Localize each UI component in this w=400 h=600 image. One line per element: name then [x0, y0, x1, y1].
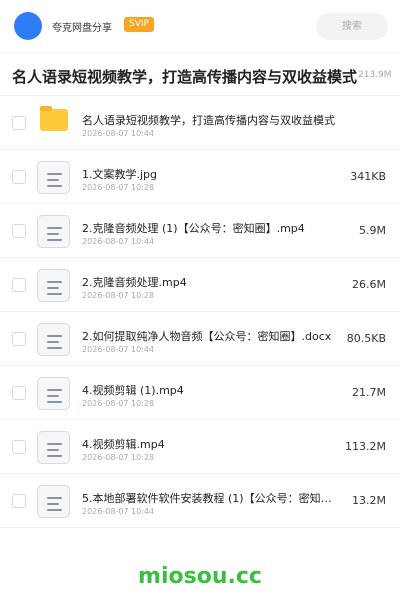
- select-checkbox[interactable]: [12, 224, 26, 238]
- list-item[interactable]: 4.视频剪辑 (1).mp4 2026-08-07 10:28 21.7M: [0, 366, 400, 420]
- file-size: 80.5KB: [346, 332, 386, 345]
- list-item[interactable]: 4.视频剪辑.mp4 2026-08-07 10:28 113.2M: [0, 420, 400, 474]
- list-item[interactable]: 名人语录短视频教学，打造高传播内容与双收益模式 2026-08-07 10:44: [0, 96, 400, 150]
- list-item[interactable]: 1.文案教学.jpg 2026-08-07 10:28 341KB: [0, 150, 400, 204]
- document-icon: [37, 485, 70, 518]
- search-input[interactable]: 搜索: [316, 13, 388, 40]
- select-checkbox[interactable]: [12, 116, 26, 130]
- document-icon: [37, 161, 70, 194]
- select-checkbox[interactable]: [12, 332, 26, 346]
- file-size: 21.7M: [352, 386, 386, 399]
- file-date: 2026-08-07 10:28: [82, 183, 155, 192]
- folder-icon: [40, 106, 68, 131]
- document-icon: [37, 269, 70, 302]
- file-date: 2026-08-07 10:44: [82, 507, 155, 516]
- file-name: 4.视频剪辑 (1).mp4: [82, 384, 184, 397]
- avatar[interactable]: [14, 12, 42, 40]
- file-size: 5.9M: [359, 224, 386, 237]
- document-icon: [37, 377, 70, 410]
- select-checkbox[interactable]: [12, 386, 26, 400]
- file-date: 2026-08-07 10:28: [82, 291, 155, 300]
- app-header: 夸克网盘分享 SVIP 搜索: [0, 0, 400, 52]
- app-name: 夸克网盘分享: [52, 23, 112, 34]
- file-name: 4.视频剪辑.mp4: [82, 438, 165, 451]
- select-checkbox[interactable]: [12, 170, 26, 184]
- list-item[interactable]: 5.本地部署软件软件安装教程 (1)【公众号：密知… 2026-08-07 10…: [0, 474, 400, 528]
- file-name: 名人语录短视频教学，打造高传播内容与双收益模式: [82, 114, 335, 127]
- watermark-text: miosou.cc: [138, 564, 262, 589]
- page-title: 名人语录短视频教学，打造高传播内容与双收益模式: [12, 68, 358, 86]
- file-size: 26.6M: [352, 278, 386, 291]
- file-name: 2.克隆音频处理.mp4: [82, 276, 187, 289]
- file-date: 2026-08-07 10:28: [82, 399, 155, 408]
- folder-title-bar: 名人语录短视频教学，打造高传播内容与双收益模式 213.9M: [0, 52, 400, 96]
- file-name: 5.本地部署软件软件安装教程 (1)【公众号：密知…: [82, 492, 332, 505]
- select-checkbox[interactable]: [12, 440, 26, 454]
- file-size: 113.2M: [345, 440, 386, 453]
- file-list: 名人语录短视频教学，打造高传播内容与双收益模式 2026-08-07 10:44…: [0, 96, 400, 528]
- file-date: 2026-08-07 10:44: [82, 129, 155, 138]
- file-name: 1.文案教学.jpg: [82, 168, 158, 181]
- svip-badge[interactable]: SVIP: [124, 17, 154, 32]
- file-name: 2.克隆音频处理 (1)【公众号：密知圈】.mp4: [82, 222, 305, 235]
- file-size: 341KB: [350, 170, 386, 183]
- document-icon: [37, 215, 70, 248]
- file-date: 2026-08-07 10:44: [82, 345, 155, 354]
- document-icon: [37, 431, 70, 464]
- file-name: 2.如何提取纯净人物音频【公众号：密知圈】.docx: [82, 330, 332, 343]
- list-item[interactable]: 2.如何提取纯净人物音频【公众号：密知圈】.docx 2026-08-07 10…: [0, 312, 400, 366]
- document-icon: [37, 323, 70, 356]
- folder-size: 213.9M: [358, 70, 392, 80]
- select-checkbox[interactable]: [12, 278, 26, 292]
- list-item[interactable]: 2.克隆音频处理 (1)【公众号：密知圈】.mp4 2026-08-07 10:…: [0, 204, 400, 258]
- file-date: 2026-08-07 10:28: [82, 453, 155, 462]
- file-size: 13.2M: [352, 494, 386, 507]
- select-checkbox[interactable]: [12, 494, 26, 508]
- file-date: 2026-08-07 10:44: [82, 237, 155, 246]
- list-item[interactable]: 2.克隆音频处理.mp4 2026-08-07 10:28 26.6M: [0, 258, 400, 312]
